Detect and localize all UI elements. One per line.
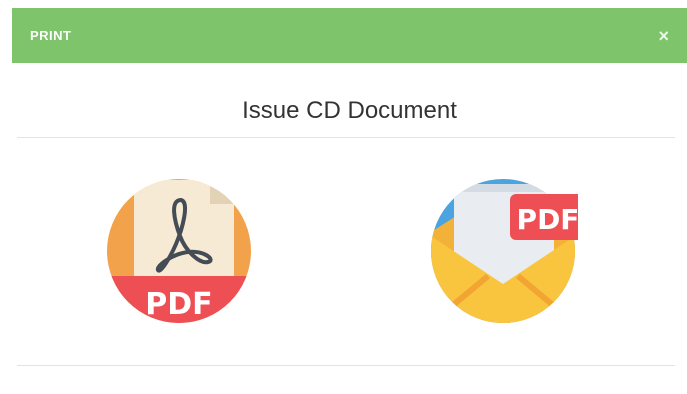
email-pdf-button[interactable]: PDF — [428, 176, 578, 326]
divider — [17, 137, 675, 138]
footer-divider — [17, 365, 675, 366]
dialog-header: PRINT × — [12, 8, 687, 63]
email-pdf-icon: PDF — [431, 179, 578, 323]
pdf-badge-label: PDF — [145, 287, 212, 322]
pdf-download-button[interactable]: PDF — [104, 176, 254, 326]
close-icon[interactable]: × — [658, 27, 669, 45]
pdf-document-icon: PDF — [107, 179, 251, 323]
email-pdf-badge-label: PDF — [517, 203, 578, 236]
document-heading: Issue CD Document — [242, 97, 457, 124]
dialog-title: PRINT — [30, 28, 72, 43]
